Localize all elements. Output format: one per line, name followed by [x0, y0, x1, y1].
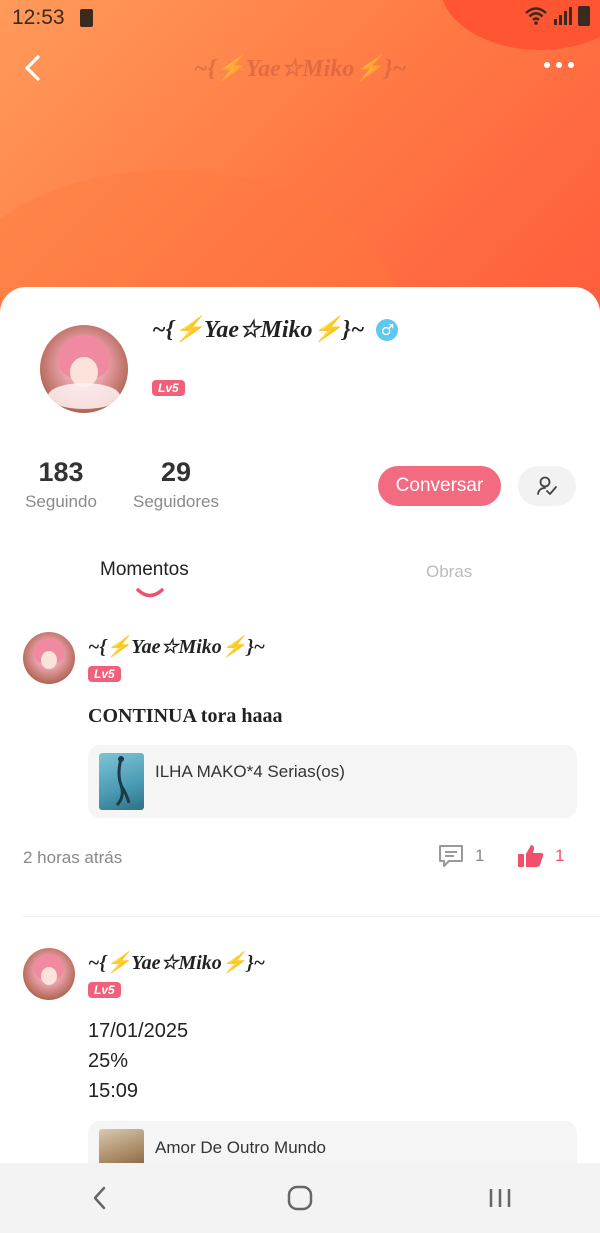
battery-icon [578, 6, 590, 26]
home-circle-icon [287, 1185, 313, 1211]
nav-back-button[interactable] [70, 1178, 130, 1218]
like-button[interactable]: 1 [517, 843, 564, 869]
post-level-badge: Lv5 [88, 981, 121, 999]
attachment-thumbnail [99, 753, 144, 810]
profile-card: ~{⚡Yae☆Miko⚡}~ ♂ Lv5 183 Seguindo 29 Seg… [0, 287, 600, 1194]
post-author-name[interactable]: ~{⚡Yae☆Miko⚡}~ [88, 634, 265, 659]
followers-count: 29 [160, 457, 192, 487]
post-author-avatar[interactable] [23, 632, 75, 684]
male-gender-icon: ♂ [376, 318, 399, 341]
back-chevron-icon [93, 1186, 106, 1210]
comment-count: 1 [475, 846, 485, 865]
status-time: 12:53 [12, 6, 65, 29]
mermaid-image [115, 756, 131, 807]
post-text: 17/01/2025 25% 15:09 [88, 1016, 188, 1106]
status-icons [524, 6, 590, 26]
post-divider [23, 916, 600, 917]
recents-icon [489, 1189, 511, 1207]
wifi-icon [525, 7, 547, 25]
post-timestamp: 2 horas atrás [23, 848, 123, 867]
profile-name: ~{⚡Yae☆Miko⚡}~ [152, 317, 365, 343]
level-badge-text: Lv5 [88, 666, 121, 682]
profile-name-row: ~{⚡Yae☆Miko⚡}~ ♂ [152, 315, 399, 344]
system-navigation-bar [0, 1163, 600, 1233]
chat-button[interactable]: Conversar [378, 466, 501, 506]
tab-works[interactable]: Obras [426, 562, 472, 582]
attachment-title: Amor De Outro Mundo [155, 1138, 327, 1157]
comment-button[interactable]: 1 [437, 843, 484, 869]
nav-recents-button[interactable] [470, 1178, 530, 1218]
followers-stat[interactable]: 29 Seguidores [130, 457, 222, 512]
post-text-line: 15:09 [88, 1080, 139, 1102]
active-tab-indicator [136, 588, 164, 598]
header-title: ~{⚡Yae☆Miko⚡}~ [193, 56, 407, 82]
post-author-name[interactable]: ~{⚡Yae☆Miko⚡}~ [88, 950, 265, 975]
post-text-line: 17/01/2025 [88, 1020, 189, 1042]
post-attachment[interactable]: ILHA MAKO*4 Serias(os) [88, 745, 577, 818]
more-options-icon[interactable] [544, 62, 574, 68]
like-count: 1 [555, 846, 565, 865]
post-text-line: 25% [88, 1050, 129, 1072]
status-bar: 12:53 [0, 0, 600, 36]
post-level-badge: Lv5 [88, 665, 121, 683]
nav-home-button[interactable] [270, 1178, 330, 1218]
following-stat[interactable]: 183 Seguindo [22, 457, 100, 512]
battery-saver-icon [80, 9, 93, 27]
follow-user-button[interactable] [518, 466, 576, 506]
thumbs-up-icon [518, 845, 544, 867]
tab-moments[interactable]: Momentos [100, 559, 189, 581]
profile-header-background [0, 0, 600, 320]
attachment-title: ILHA MAKO*4 Serias(os) [155, 762, 345, 781]
post-author-avatar[interactable] [23, 948, 75, 1000]
signal-icon [554, 7, 572, 25]
following-label: Seguindo [25, 492, 97, 511]
comment-icon [439, 845, 463, 867]
followers-label: Seguidores [132, 492, 219, 511]
following-count: 183 [38, 457, 84, 487]
level-badge-text: Lv5 [88, 982, 121, 998]
post-text: CONTINUA tora haaa [88, 705, 283, 727]
user-check-icon [537, 476, 557, 495]
profile-level-badge: Lv5 [152, 379, 185, 397]
profile-avatar[interactable] [40, 325, 128, 413]
level-badge-text: Lv5 [152, 380, 185, 396]
